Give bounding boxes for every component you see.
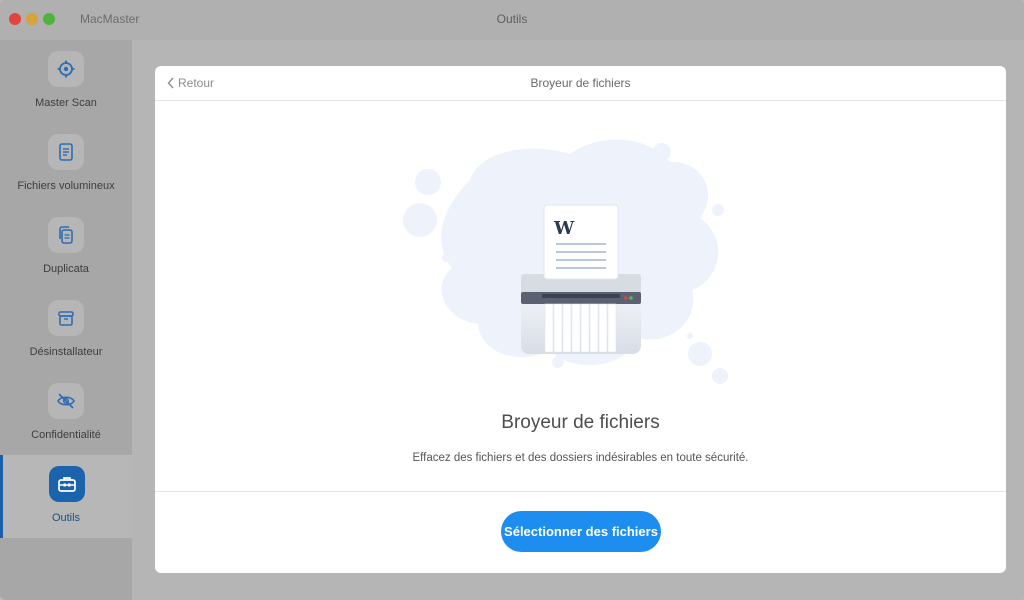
svg-text:W: W	[553, 218, 575, 239]
sidebar-item-label: Fichiers volumineux	[17, 180, 115, 192]
tool-card: Retour Broyeur de fichiers W Broyeur de …	[155, 66, 1006, 573]
eye-slash-icon	[48, 383, 84, 419]
sidebar-item-label: Master Scan	[35, 97, 97, 109]
shredder-illustration: W	[403, 139, 728, 384]
sidebar-item-label: Outils	[51, 512, 81, 524]
target-icon	[48, 51, 84, 87]
sidebar-item-master-scan[interactable]: Master Scan	[0, 40, 132, 123]
sidebar: Master Scan Fichiers volumineux Duplicat…	[0, 40, 132, 600]
sidebar-item-confidentialite[interactable]: Confidentialité	[0, 372, 132, 455]
sidebar-item-desinstallateur[interactable]: Désinstallateur	[0, 289, 132, 372]
feature-description: Effacez des fichiers et des dossiers ind…	[412, 452, 749, 464]
sidebar-item-duplicata[interactable]: Duplicata	[0, 206, 132, 289]
sidebar-item-outils[interactable]: Outils	[0, 455, 132, 538]
card-title: Broyeur de fichiers	[530, 76, 631, 90]
main-area: Retour Broyeur de fichiers W Broyeur de …	[132, 40, 1024, 600]
document-icon	[48, 134, 84, 170]
card-header: Retour Broyeur de fichiers	[155, 66, 1006, 101]
copy-icon	[48, 217, 84, 253]
select-files-button[interactable]: Sélectionner des fichiers	[501, 511, 661, 552]
toolbox-icon	[49, 466, 85, 502]
app-window: MacMaster Outils Master Scan Fichiers vo…	[0, 0, 1024, 600]
sidebar-item-label: Confidentialité	[31, 429, 101, 441]
sidebar-item-label: Désinstallateur	[29, 346, 103, 358]
feature-title: Broyeur de fichiers	[501, 412, 660, 433]
sidebar-item-label: Duplicata	[43, 263, 89, 275]
box-icon	[48, 300, 84, 336]
title-bar: MacMaster Outils	[0, 0, 1024, 40]
divider	[155, 491, 1006, 492]
sidebar-item-fichiers-volumineux[interactable]: Fichiers volumineux	[0, 123, 132, 206]
window-title: Outils	[496, 12, 528, 26]
